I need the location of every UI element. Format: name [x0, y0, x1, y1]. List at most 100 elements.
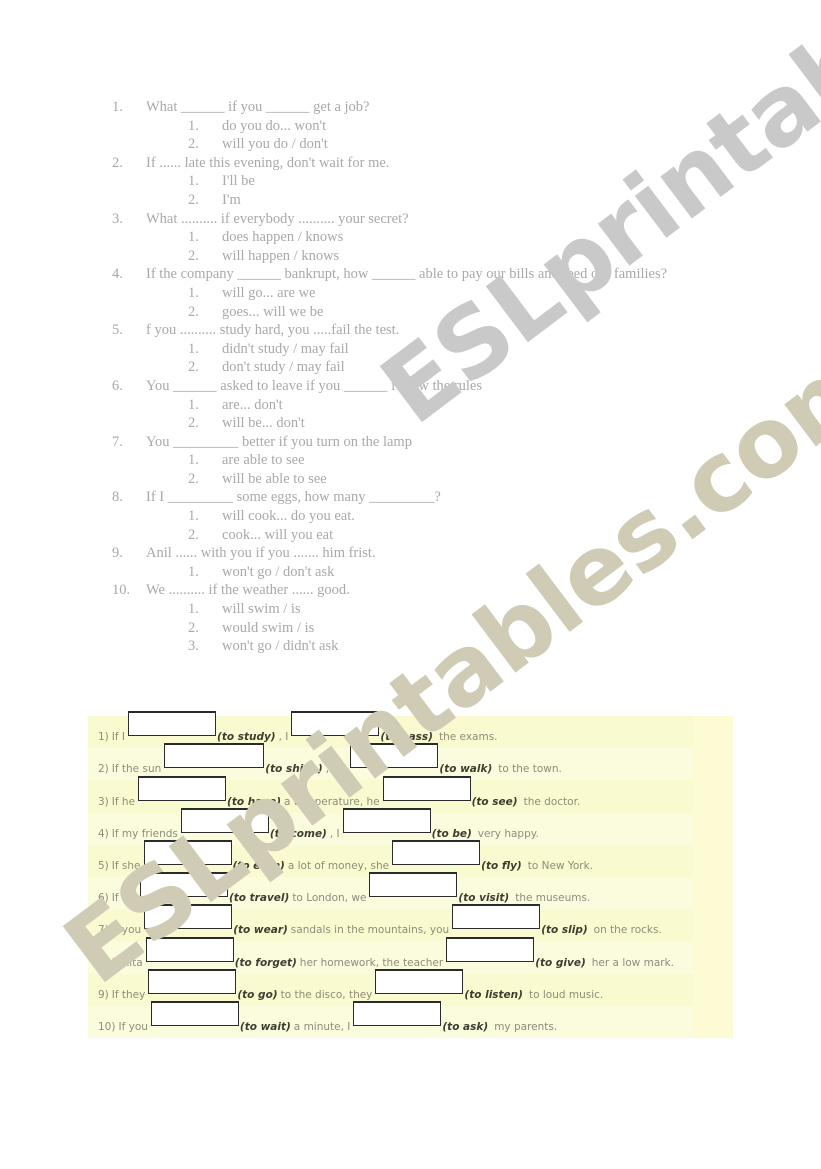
option-number: 1. [188, 563, 199, 580]
option-text: will you do / don't [222, 136, 328, 153]
answer-option[interactable]: 2. goes... will we be [112, 303, 712, 322]
exercise-row-middle: a lot of money, she [287, 859, 390, 872]
option-text: are able to see [222, 452, 305, 469]
question-number: 3. [112, 210, 123, 227]
exercise-row-number: 6) [98, 892, 109, 905]
option-text: will go... are we [222, 284, 316, 301]
exercise-row-tail: the doctor. [523, 795, 581, 808]
exercise-row-tail: on the rocks. [593, 924, 662, 937]
answer-option[interactable]: 1. I'll be [112, 172, 712, 191]
exercise-row-tail: my parents. [494, 1020, 558, 1033]
answer-input-box[interactable] [353, 1000, 442, 1026]
option-text: do you do... won't [222, 117, 327, 134]
answer-input-box[interactable] [375, 968, 464, 994]
answer-input-box[interactable] [452, 904, 541, 930]
answer-option[interactable]: 2. would swim / is [112, 619, 712, 638]
verb-prompt-first: (to study) [217, 731, 276, 744]
answer-option[interactable]: 2. will you do / don't [112, 135, 712, 154]
question-number: 1. [112, 99, 123, 115]
answer-option[interactable]: 1. didn't study / may fail [112, 340, 712, 359]
exercise-row-number: 8) [98, 956, 109, 969]
option-number: 2. [188, 470, 199, 487]
answer-input-box[interactable] [180, 807, 269, 833]
question-text: We .......... if the weather ...... good… [146, 582, 350, 599]
answer-option[interactable]: 1. does happen / knows [112, 228, 712, 247]
exercise-row-middle: a temperature, he [284, 795, 380, 808]
answer-input-box[interactable] [138, 775, 227, 801]
question-text: What .......... if everybody .......... … [146, 210, 409, 227]
answer-input-box[interactable] [382, 775, 471, 801]
answer-input-box[interactable] [145, 936, 234, 962]
answer-input-box[interactable] [143, 839, 232, 865]
answer-input-box[interactable] [144, 904, 233, 930]
question-item: 1. What ______ if you ______ get a job? [112, 98, 712, 117]
exercise-row-lead: If Rita [111, 956, 143, 969]
option-text: will happen / knows [222, 247, 340, 264]
answer-input-box[interactable] [164, 743, 265, 769]
exercise-row-middle: sandals in the mountains, you [290, 924, 450, 937]
answer-input-box[interactable] [150, 1000, 239, 1026]
question-number: 8. [112, 489, 123, 506]
option-text: would swim / is [222, 619, 315, 636]
answer-input-box[interactable] [392, 839, 481, 865]
option-text: I'll be [222, 173, 255, 190]
question-text: Anil ...... with you if you ....... him … [146, 545, 376, 562]
answer-input-box[interactable] [350, 743, 439, 769]
option-number: 2. [188, 415, 199, 432]
question-item: 5. f you .......... study hard, you .....… [112, 321, 712, 340]
verb-prompt-second: (to pass) [380, 731, 433, 744]
question-number: 7. [112, 433, 123, 450]
question-item: 2. If ...... late this evening, don't wai… [112, 154, 712, 173]
exercise-row-lead: If you [111, 924, 142, 937]
option-text: I'm [222, 191, 241, 208]
answer-option[interactable]: 1. are... don't [112, 396, 712, 415]
answer-input-box[interactable] [128, 711, 217, 737]
exercise-row-middle: , we [325, 763, 348, 776]
question-number: 4. [112, 266, 123, 283]
answer-option[interactable]: 1. won't go / don't ask [112, 563, 712, 582]
answer-option[interactable]: 2. will be... don't [112, 414, 712, 433]
verb-prompt-second: (to be) [431, 827, 472, 840]
answer-option[interactable]: 1. are able to see [112, 451, 712, 470]
answer-input-box[interactable] [291, 711, 380, 737]
option-text: will swim / is [222, 601, 301, 618]
option-text: didn't study / may fail [222, 340, 349, 357]
answer-input-box[interactable] [139, 872, 228, 898]
option-number: 1. [188, 229, 199, 246]
exercise-row-lead: If you [118, 1020, 148, 1033]
question-item: 10. We .......... if the weather ...... g… [112, 581, 712, 600]
answer-option[interactable]: 3. won't go / didn't ask [112, 637, 712, 656]
verb-prompt-first: (to go) [237, 988, 278, 1001]
answer-input-box[interactable] [446, 936, 535, 962]
option-number: 2. [188, 359, 199, 376]
answer-option[interactable]: 2. cook... will you eat [112, 526, 712, 545]
verb-prompt-first: (to come) [269, 827, 327, 840]
answer-input-box[interactable] [342, 807, 431, 833]
answer-option[interactable]: 2. will be able to see [112, 470, 712, 489]
verb-prompt-second: (to ask) [442, 1020, 489, 1033]
answer-option[interactable]: 2. don't study / may fail [112, 358, 712, 377]
option-text: won't go / don't ask [222, 563, 335, 580]
answer-input-box[interactable] [148, 968, 237, 994]
answer-option[interactable]: 2. will happen / knows [112, 247, 712, 266]
worksheet-page: ESLprintables.com ESLprintables.com 1. Wh… [0, 0, 821, 1169]
option-text: does happen / knows [222, 229, 344, 246]
option-number: 2. [188, 526, 199, 543]
option-number: 3. [188, 638, 199, 655]
question-text: You ______ asked to leave if you ______ … [146, 377, 483, 394]
exercise-row-lead: If we [111, 892, 137, 905]
answer-option[interactable]: 1. will swim / is [112, 600, 712, 619]
verb-prompt-second: (to visit) [458, 892, 510, 905]
answer-option[interactable]: 1. will cook... do you eat. [112, 507, 712, 526]
exercise-row-number: 3) [98, 795, 109, 808]
verb-prompt-second: (to see) [471, 795, 518, 808]
exercise-row-tail: her a low mark. [591, 956, 674, 969]
option-text: are... don't [222, 396, 283, 413]
exercise-row-lead: If he [111, 795, 136, 808]
answer-option[interactable]: 1. will go... are we [112, 284, 712, 303]
fill-in-exercise-box: 1) If I (to study), I (to pass) the exams. 2)… [88, 711, 733, 1038]
option-number: 2. [188, 303, 199, 320]
answer-input-box[interactable] [369, 872, 458, 898]
answer-option[interactable]: 1. do you do... won't [112, 117, 712, 136]
answer-option[interactable]: 2. I'm [112, 191, 712, 210]
